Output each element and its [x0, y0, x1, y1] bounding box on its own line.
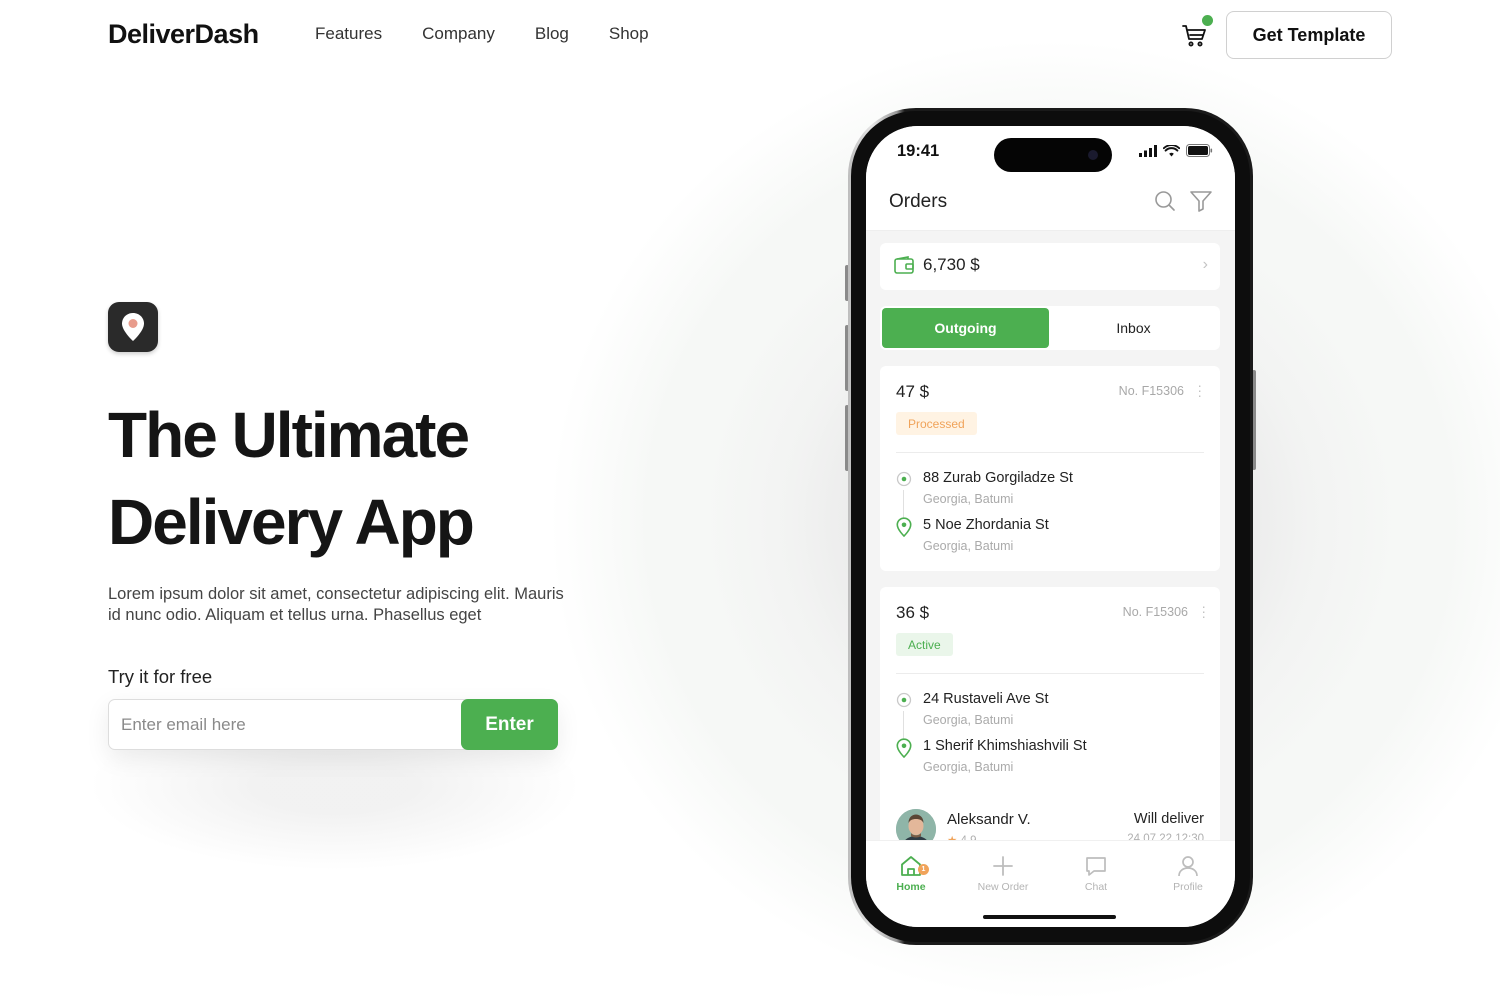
camera-icon [1088, 150, 1098, 160]
tab-chat[interactable]: Chat [1056, 853, 1136, 893]
location-pin-icon [896, 517, 912, 537]
hero-title: The Ultimate Delivery App [108, 392, 628, 566]
search-icon[interactable] [1153, 189, 1177, 213]
pickup-city: Georgia, Batumi [923, 713, 1014, 727]
order-number: No. F15306 [1122, 605, 1188, 619]
nav-item-company[interactable]: Company [422, 24, 495, 44]
dropoff-city: Georgia, Batumi [923, 539, 1014, 553]
order-price: 47 $ [896, 382, 930, 401]
phone-bezel: 19:41 Orders 6,730 $ › Outgoing Inbox 47… [851, 111, 1250, 942]
status-badge: Active [896, 633, 953, 656]
status-time: 19:41 [897, 142, 940, 160]
get-template-button[interactable]: Get Template [1226, 11, 1392, 59]
route-line [903, 711, 904, 739]
pickup-city: Georgia, Batumi [923, 492, 1014, 506]
dropoff-city: Georgia, Batumi [923, 760, 1014, 774]
tab-profile-label: Profile [1173, 881, 1203, 893]
phone-mockup: 19:41 Orders 6,730 $ › Outgoing Inbox 47… [848, 108, 1253, 945]
more-options-icon[interactable]: · · · [1197, 378, 1202, 402]
tab-inbox[interactable]: Inbox [1050, 308, 1217, 348]
notification-badge: 1 [918, 864, 929, 875]
battery-icon [1186, 144, 1213, 157]
tab-home-label: Home [896, 881, 926, 893]
home-indicator [983, 915, 1116, 919]
pickup-address: 88 Zurab Gorgiladze St [923, 470, 1073, 486]
enter-button[interactable]: Enter [461, 699, 558, 750]
chevron-right-icon: › [1202, 256, 1208, 273]
signal-icon [1139, 144, 1157, 157]
nav-item-shop[interactable]: Shop [609, 24, 649, 44]
courier-name: Aleksandr V. [947, 811, 1031, 828]
hero-description: Lorem ipsum dolor sit amet, consectetur … [108, 585, 564, 624]
location-pin-app-icon [108, 302, 158, 352]
nav-item-blog[interactable]: Blog [535, 24, 569, 44]
wallet-icon [894, 256, 914, 274]
pickup-address: 24 Rustaveli Ave St [923, 691, 1049, 707]
location-pin-icon [896, 738, 912, 758]
hero-title-line-1: The Ultimate [108, 399, 470, 471]
route-line [903, 490, 904, 518]
order-price: 36 $ [896, 603, 930, 622]
tab-chat-label: Chat [1084, 881, 1108, 893]
order-tabs: Outgoing Inbox [880, 306, 1220, 350]
email-signup-form: Enter [108, 699, 558, 750]
wallet-balance: 6,730 $ [923, 255, 980, 274]
order-card[interactable]: 47 $ No. F15306 · · · Processed 88 Zurab G… [880, 366, 1220, 571]
card-divider [896, 452, 1204, 453]
email-input[interactable] [121, 700, 451, 749]
main-nav: Features Company Blog Shop [315, 24, 689, 44]
brand-logo[interactable]: DeliverDash [108, 19, 259, 50]
tab-outgoing[interactable]: Outgoing [882, 308, 1049, 348]
plus-icon [993, 856, 1013, 876]
nav-item-features[interactable]: Features [315, 24, 382, 44]
dropoff-address: 1 Sherif Khimshiashvili St [923, 738, 1087, 754]
cart-notification-dot [1202, 15, 1213, 26]
phone-screen: 19:41 Orders 6,730 $ › Outgoing Inbox 47… [866, 126, 1235, 927]
status-badge: Processed [896, 412, 977, 435]
dropoff-address: 5 Noe Zhordania St [923, 517, 1049, 533]
filter-icon[interactable] [1189, 189, 1213, 213]
bottom-tab-bar: Home 1 New Order Chat Profile [866, 840, 1235, 927]
order-number: No. F15306 [1118, 384, 1184, 398]
orders-title: Orders [889, 191, 948, 212]
chat-icon [1086, 857, 1106, 876]
card-divider [896, 673, 1204, 674]
dynamic-island [994, 138, 1112, 172]
delivery-label: Will deliver [1133, 811, 1204, 827]
pickup-dot-icon [896, 692, 912, 708]
status-icons [1139, 144, 1213, 157]
user-icon [1178, 856, 1198, 877]
try-free-label: Try it for free [108, 666, 213, 687]
orders-header: Orders [866, 181, 1235, 231]
tab-new-order-label: New Order [977, 881, 1029, 893]
pickup-dot-icon [896, 471, 912, 487]
hero-title-line-2: Delivery App [108, 486, 475, 558]
wallet-balance-card[interactable]: 6,730 $ › [880, 243, 1220, 290]
tab-home[interactable]: Home 1 [871, 853, 951, 893]
tab-new-order[interactable]: New Order [963, 853, 1043, 893]
more-options-icon[interactable]: · · · [1201, 599, 1206, 623]
orders-header-actions [1153, 189, 1213, 213]
wifi-icon [1163, 144, 1180, 156]
tab-profile[interactable]: Profile [1148, 853, 1228, 893]
status-bar: 19:41 [866, 126, 1235, 181]
